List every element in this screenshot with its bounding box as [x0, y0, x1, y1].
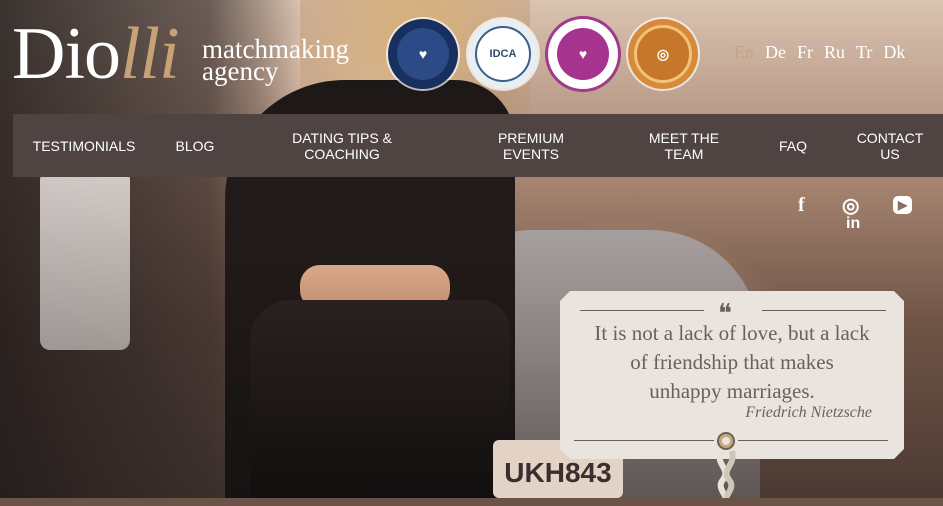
facebook-icon[interactable]: f — [798, 194, 805, 217]
hero-photo-skirt — [250, 300, 510, 498]
quote-bottom-divider-right — [738, 440, 888, 441]
logo-tagline: matchmaking agency — [202, 34, 349, 86]
site-logo[interactable]: Diolli matchmaking agency — [12, 14, 362, 104]
nav-premium-events[interactable]: PREMIUM EVENTS — [481, 114, 581, 177]
nav-dating-tips-coaching[interactable]: DATING TIPS & COACHING — [275, 114, 409, 177]
language-switcher: En De Fr Ru Tr Dk — [730, 42, 912, 63]
heart-hands-icon: ♥ — [557, 28, 609, 80]
nav-meet-the-team[interactable]: MEET THE TEAM — [633, 114, 735, 177]
lang-en[interactable]: En — [730, 42, 761, 63]
lang-fr[interactable]: Fr — [793, 42, 820, 63]
hero-photo-shirt — [40, 170, 130, 350]
lang-de[interactable]: De — [761, 42, 793, 63]
idca-badge[interactable]: IDCA — [468, 19, 538, 89]
rope-knot-icon — [716, 432, 736, 498]
nav-testimonials[interactable]: TESTIMONIALS — [23, 114, 145, 177]
logo-mark: Diolli — [12, 13, 180, 95]
certified-matchmaker-badge[interactable]: ◎ — [628, 19, 698, 89]
nav-blog[interactable]: BLOG — [163, 114, 227, 177]
quote-text: It is not a lack of love, but a lack of … — [594, 321, 870, 403]
lang-dk[interactable]: Dk — [879, 42, 912, 63]
lang-ru[interactable]: Ru — [820, 42, 852, 63]
seal-of-approval-badge[interactable]: ♥ — [388, 19, 458, 89]
main-nav: TESTIMONIALS BLOG DATING TIPS & COACHING … — [13, 114, 943, 177]
nav-contact-us[interactable]: CONTACT US — [851, 114, 929, 177]
matchmakers-alliance-badge[interactable]: ♥ — [548, 19, 618, 89]
nav-faq[interactable]: FAQ — [769, 114, 817, 177]
quote-divider-right — [762, 310, 886, 311]
lang-tr[interactable]: Tr — [852, 42, 879, 63]
quote-author: Friedrich Nietzsche — [745, 404, 872, 421]
quote-divider-left — [580, 310, 704, 311]
rings-icon: ◎ — [634, 25, 692, 83]
linkedin-icon[interactable]: in — [846, 215, 860, 233]
couple-silhouette-icon: ♥ — [397, 28, 449, 80]
quote-bottom-divider-left — [574, 440, 714, 441]
youtube-icon[interactable]: ▶ — [893, 196, 913, 214]
